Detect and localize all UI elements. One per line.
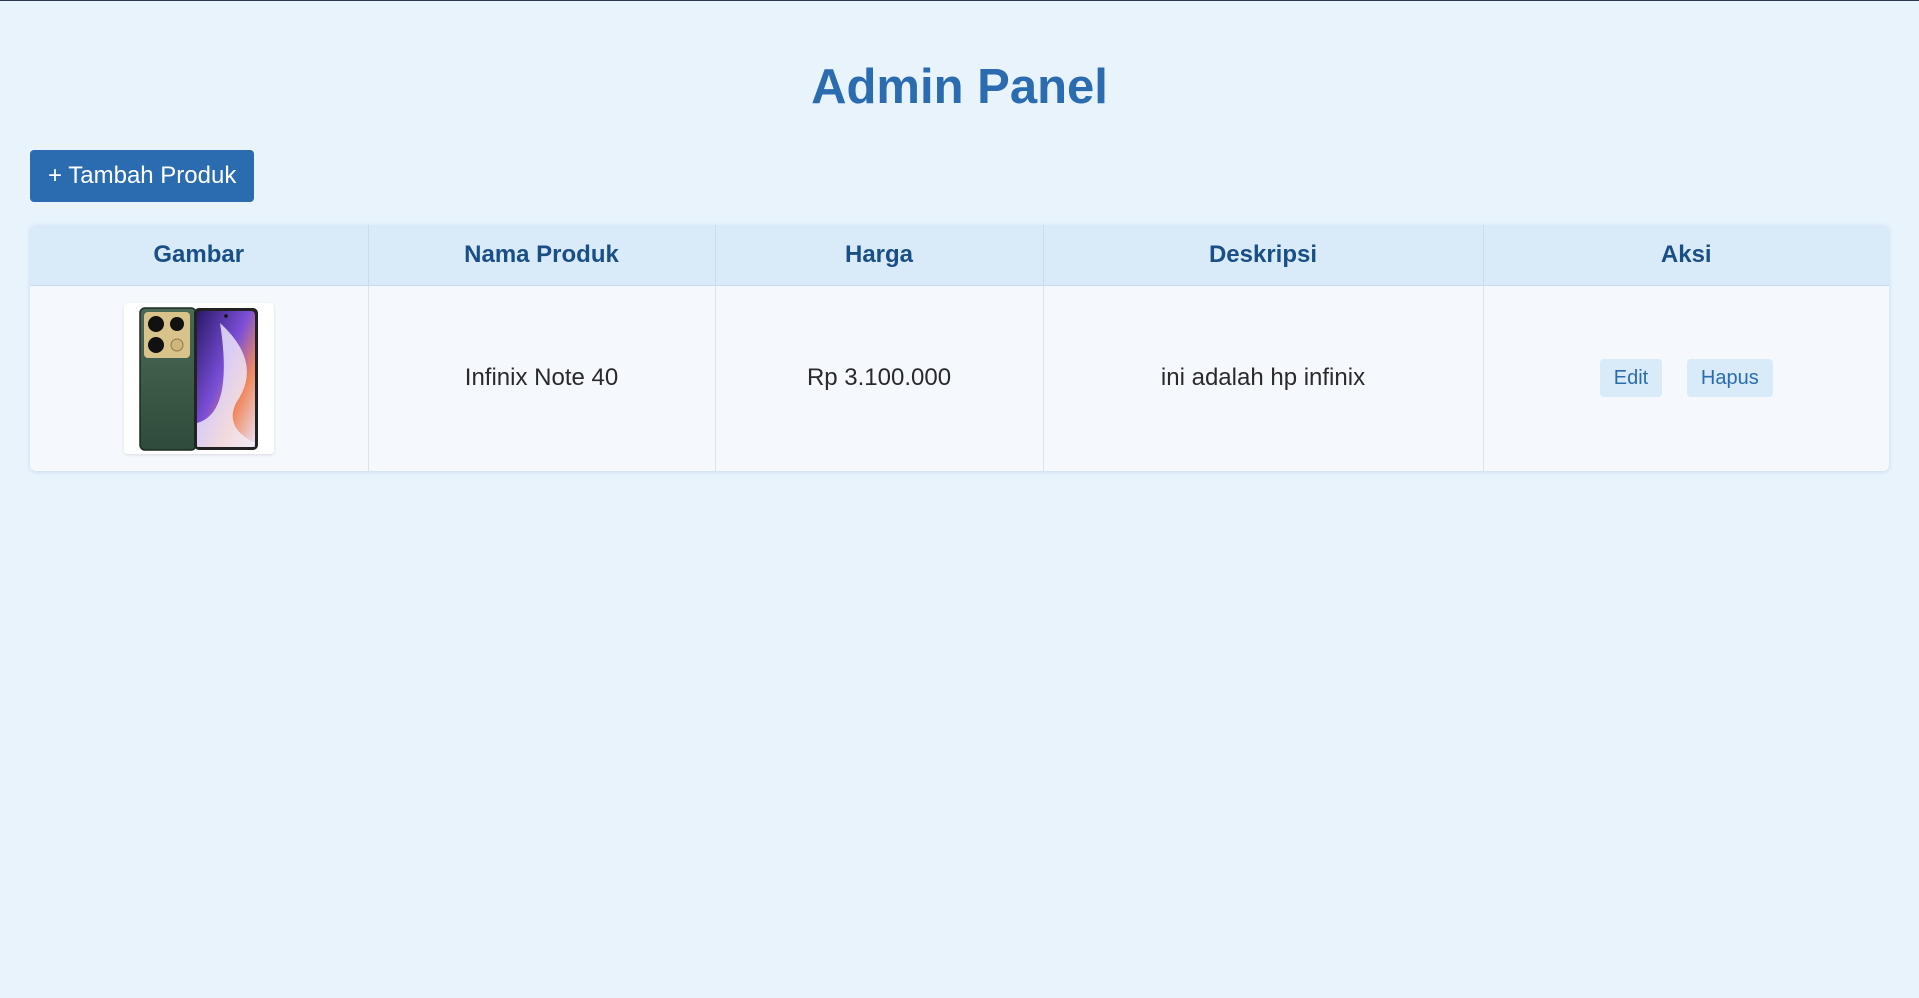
edit-button[interactable]: Edit [1599,359,1663,398]
column-header-actions: Aksi [1483,225,1889,286]
cell-image [30,285,369,471]
delete-button[interactable]: Hapus [1686,359,1773,398]
admin-page: Admin Panel + Tambah Produk Gambar Nama … [0,0,1919,998]
cell-product-name: Infinix Note 40 [368,285,716,471]
column-header-price: Harga [715,225,1044,286]
phone-image-icon [139,307,258,451]
column-header-name: Nama Produk [368,225,716,286]
add-product-button[interactable]: + Tambah Produk [30,150,255,202]
page-title: Admin Panel [811,60,1108,114]
cell-price: Rp 3.100.000 [715,285,1044,471]
product-thumbnail [123,302,274,454]
table-header-row: Gambar Nama Produk Harga Deskripsi Aksi [30,225,1889,286]
table-row: Infinix Note 40 Rp 3.100.000 ini adalah … [30,285,1889,471]
column-header-description: Deskripsi [1043,225,1484,286]
cell-description: ini adalah hp infinix [1043,285,1484,471]
cell-actions: Edit Hapus [1483,285,1889,471]
column-header-image: Gambar [30,225,369,286]
product-table: Gambar Nama Produk Harga Deskripsi Aksi [30,225,1889,471]
